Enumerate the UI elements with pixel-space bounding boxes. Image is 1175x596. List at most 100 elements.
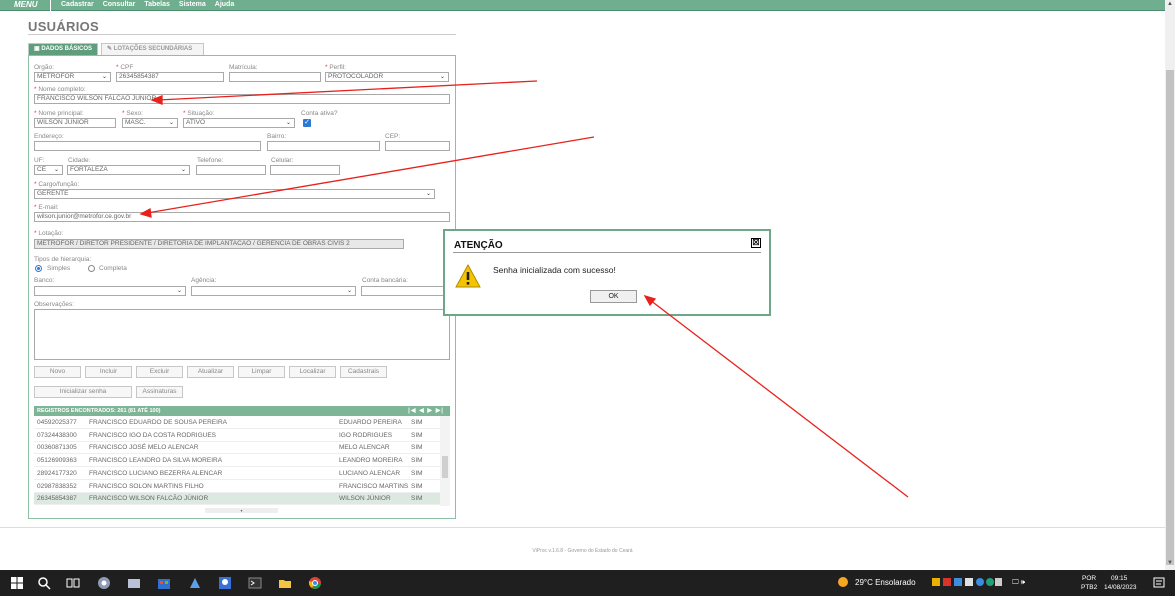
tab-dados-basicos[interactable]: ▣ DADOS BÁSICOS	[28, 43, 98, 55]
task-view-icon[interactable]	[66, 576, 80, 590]
menu-item-ajuda[interactable]: Ajuda	[215, 0, 234, 10]
cadastrais-button[interactable]: Cadastrais	[340, 366, 387, 378]
bairro-field[interactable]	[267, 141, 380, 151]
conta-bancaria-field[interactable]	[361, 286, 450, 296]
cell-ativo: SIM	[411, 482, 423, 490]
cell-ativo: SIM	[411, 444, 423, 452]
conta-ativa-checkbox[interactable]: ✓	[303, 119, 311, 127]
menu-item-sistema[interactable]: Sistema	[179, 0, 206, 10]
situacao-select[interactable]: ATIVO ⌄	[183, 118, 295, 128]
menu-items: Cadastrar Consultar Tabelas Sistema Ajud…	[61, 0, 234, 10]
celular-field[interactable]	[270, 165, 340, 175]
terminal-icon[interactable]	[248, 576, 262, 590]
folder-icon[interactable]	[278, 576, 292, 590]
perfil-select[interactable]: PROTOCOLADOR ⌄	[325, 72, 449, 82]
scroll-down-icon[interactable]: ▼	[1167, 560, 1173, 566]
label-matricula: Matrícula:	[229, 64, 258, 71]
grid-scrollbar[interactable]	[440, 416, 450, 506]
limpar-button[interactable]: Limpar	[238, 366, 285, 378]
matricula-field[interactable]	[229, 72, 321, 82]
tab-lotacoes-secundarias[interactable]: ✎ LOTAÇÕES SECUNDÁRIAS	[101, 43, 204, 55]
atualizar-button[interactable]: Atualizar	[187, 366, 234, 378]
cell-nome: FRANCISCO SOLON MARTINS FILHO	[89, 482, 204, 490]
ok-button[interactable]: OK	[590, 290, 637, 303]
clock-date[interactable]: 14/08/2023	[1104, 584, 1137, 592]
cell-nome: FRANCISCO WILSON FALCÃO JÚNIOR	[89, 495, 209, 503]
telefone-field[interactable]	[196, 165, 266, 175]
radio-completa[interactable]	[88, 265, 95, 272]
cidade-select[interactable]: FORTALEZA ⌄	[67, 165, 190, 175]
localizar-button[interactable]: Localizar	[289, 366, 336, 378]
banco-select[interactable]: ⌄	[34, 286, 186, 296]
app-icon-2[interactable]	[127, 576, 141, 590]
network-volume-icons[interactable]: 🖵 🕪	[1012, 570, 1025, 596]
observacoes-textarea[interactable]	[34, 309, 450, 360]
tray-icons[interactable]	[932, 577, 1002, 589]
page-scrollbar[interactable]: ▲ ▼	[1165, 0, 1175, 570]
scroll-up-icon[interactable]: ▲	[1167, 1, 1173, 7]
keyboard-layout[interactable]: PTB2	[1081, 584, 1097, 592]
table-row[interactable]: 02987838352 FRANCISCO SOLON MARTINS FILHO…	[34, 481, 440, 493]
nome-principal-field[interactable]: WILSON JÚNIOR	[34, 118, 116, 128]
nome-completo-field[interactable]: FRANCISCO WILSON FALCÃO JÚNIOR	[34, 94, 450, 104]
cpf-field[interactable]: 26345854387	[116, 72, 224, 82]
chevron-down-icon: ⌄	[439, 74, 445, 80]
inicializar-senha-button[interactable]: Inicializar senha	[34, 386, 132, 398]
table-row[interactable]: 28924177320 FRANCISCO LUCIANO BEZERRA ALE…	[34, 468, 440, 480]
app-icon-3[interactable]	[188, 576, 202, 590]
grid-resize-handle[interactable]: ▾	[205, 508, 278, 513]
label-cidade: Cidade:	[68, 157, 91, 164]
grid-record-count: REGISTROS ENCONTRADOS: 261 (81 ATÉ 100)	[37, 408, 161, 414]
label-uf: UF:	[34, 157, 45, 164]
windows-start-icon[interactable]	[10, 576, 24, 590]
label-celular: Celular:	[271, 157, 294, 164]
label-bairro: Bairro:	[267, 133, 287, 140]
novo-button[interactable]: Novo	[34, 366, 81, 378]
cell-ativo: SIM	[411, 419, 423, 426]
sexo-select[interactable]: MASC. ⌄	[122, 118, 178, 128]
close-icon[interactable]: ☒	[751, 238, 761, 248]
email-field[interactable]: wilson.junior@metrofor.ce.gov.br	[34, 212, 450, 222]
sexo-value: MASC.	[125, 119, 146, 126]
table-row[interactable]: 26345854387 FRANCISCO WILSON FALCÃO JÚNIO…	[34, 493, 440, 506]
lotacao-field: METROFOR / DIRETOR PRESIDENTE / DIRETORI…	[34, 239, 404, 249]
language-indicator[interactable]: POR	[1082, 575, 1096, 583]
table-row[interactable]: 05126909363 FRANCISCO LEANDRO DA SILVA MO…	[34, 455, 440, 468]
table-row[interactable]: 00360871305 FRANCISCO JOSÉ MELO ALENCAR ME…	[34, 442, 440, 455]
menu-item-cadastrar[interactable]: Cadastrar	[61, 0, 94, 10]
app-icon-4[interactable]	[218, 576, 232, 590]
radio-simples[interactable]	[35, 265, 42, 272]
cep-field[interactable]	[385, 141, 450, 151]
clock-time[interactable]: 09:15	[1111, 575, 1127, 583]
orgao-select[interactable]: METROFOR ⌄	[34, 72, 111, 82]
cell-ativo: SIM	[411, 431, 423, 439]
table-row[interactable]: 04592025377 FRANCISCO EDUARDO DE SOUSA PE…	[34, 417, 440, 429]
agencia-select[interactable]: ⌄	[191, 286, 356, 296]
cidade-value: FORTALEZA	[70, 166, 108, 173]
label-situacao: * Situação:	[183, 110, 215, 117]
assinaturas-button[interactable]: Assinaturas	[136, 386, 183, 398]
app-icon-1[interactable]	[97, 576, 111, 590]
label-observacoes: Observações:	[34, 301, 75, 308]
search-icon[interactable]	[37, 576, 51, 590]
incluir-button[interactable]: Incluir	[85, 366, 132, 378]
grid-pagination[interactable]: |◀ ◀ ▶ ▶|	[408, 406, 444, 416]
weather-text[interactable]: 29°C Ensolarado	[855, 570, 916, 596]
endereco-field[interactable]	[34, 141, 261, 151]
uf-select[interactable]: CE ⌄	[34, 165, 63, 175]
notification-icon[interactable]	[1152, 576, 1166, 590]
menu-item-consultar[interactable]: Consultar	[103, 0, 136, 10]
grid-scrollbar-thumb[interactable]	[442, 456, 448, 478]
menu-button[interactable]: MENU	[14, 0, 38, 10]
cell-cpf: 26345854387	[37, 495, 77, 503]
table-row[interactable]: 07324438300 FRANCISCO IGO DA COSTA RODRIG…	[34, 430, 440, 442]
cell-nome-principal: LEANDRO MOREIRA	[339, 457, 403, 465]
scrollbar-thumb[interactable]	[1166, 70, 1174, 565]
cargo-select[interactable]: GERENTE ⌄	[34, 189, 435, 199]
excluir-button[interactable]: Excluir	[136, 366, 183, 378]
cell-cpf: 28924177320	[37, 469, 77, 477]
cell-cpf: 02987838352	[37, 482, 77, 490]
chrome-icon[interactable]	[308, 576, 322, 590]
store-icon[interactable]	[157, 576, 171, 590]
menu-item-tabelas[interactable]: Tabelas	[144, 0, 170, 10]
